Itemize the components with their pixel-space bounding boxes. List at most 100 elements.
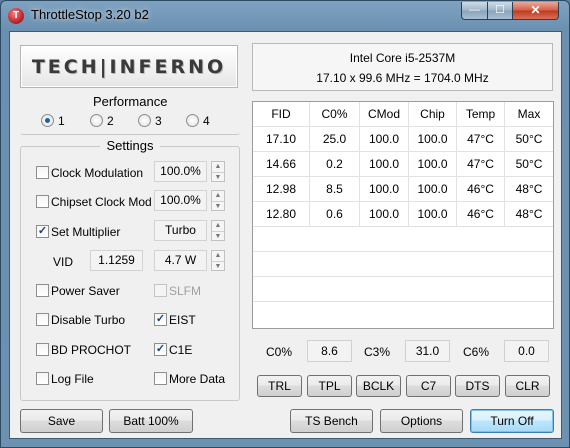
table-cell: 47°C <box>457 127 505 152</box>
dts-button[interactable]: DTS <box>455 375 500 397</box>
close-button[interactable]: ✕ <box>512 2 559 20</box>
ts-bench-button[interactable]: TS Bench <box>290 409 373 433</box>
c6-label: C6% <box>463 345 490 359</box>
slfm-label: SLFM <box>169 284 202 298</box>
table-cell: 8.5 <box>310 177 360 202</box>
disable-turbo-label[interactable]: Disable Turbo <box>51 313 125 327</box>
table-cell: 100.0 <box>409 152 457 177</box>
eist-checkbox[interactable]: ✓ <box>154 313 167 326</box>
empty-row <box>253 302 553 327</box>
performance-radio-4-label[interactable]: 4 <box>203 114 210 128</box>
c3-value: 31.0 <box>405 340 450 362</box>
client-area: TECH|INFERNO Intel Core i5-2537M 17.10 x… <box>9 31 562 439</box>
power-saver-checkbox[interactable] <box>36 284 49 297</box>
c0-value: 8.6 <box>307 340 352 362</box>
set-multiplier-label[interactable]: Set Multiplier <box>51 225 120 239</box>
maximize-button[interactable]: ☐ <box>487 2 513 20</box>
chipset-clock-mod-spinner[interactable]: ▲ ▼ <box>211 190 225 211</box>
c6-value: 0.0 <box>504 340 549 362</box>
table-cell: 100.0 <box>360 177 409 202</box>
clr-button[interactable]: CLR <box>505 375 550 397</box>
table-cell: 50°C <box>515 157 543 171</box>
chipset-clock-mod-checkbox[interactable] <box>36 195 49 208</box>
save-button[interactable]: Save <box>20 409 103 433</box>
spin-up-icon[interactable]: ▲ <box>212 191 224 201</box>
table-cell: 100.0 <box>360 127 409 152</box>
core-data-table: FID C0% CMod Chip Temp Max 17.10 25.0 10… <box>252 101 554 329</box>
table-cell: 100.0 <box>360 202 409 227</box>
log-file-label[interactable]: Log File <box>51 372 94 386</box>
c1e-checkbox[interactable]: ✓ <box>154 343 167 356</box>
spin-up-icon[interactable]: ▲ <box>212 251 224 261</box>
table-header-row: FID C0% CMod Chip Temp Max <box>253 102 553 127</box>
table-cell: 100.0 <box>409 177 457 202</box>
slfm-checkbox <box>154 284 167 297</box>
spin-up-icon[interactable]: ▲ <box>212 221 224 231</box>
performance-radio-1-label[interactable]: 1 <box>58 114 65 128</box>
batt-button[interactable]: Batt 100% <box>109 409 193 433</box>
table-cell: 0.6 <box>310 202 360 227</box>
spin-down-icon[interactable]: ▼ <box>212 260 224 271</box>
trl-button[interactable]: TRL <box>257 375 302 397</box>
logo-text: TECH|INFERNO <box>31 56 227 78</box>
c7-button[interactable]: C7 <box>406 375 451 397</box>
power-saver-label[interactable]: Power Saver <box>51 284 120 298</box>
performance-radio-3-label[interactable]: 3 <box>155 114 162 128</box>
clock-modulation-value: 100.0% <box>154 161 207 182</box>
cpu-frequency: 17.10 x 99.6 MHz = 1704.0 MHz <box>316 71 489 85</box>
tpl-button[interactable]: TPL <box>307 375 352 397</box>
table-cell: 48°C <box>515 207 543 221</box>
column-header: CMod <box>360 102 409 127</box>
table-cell: 50°C <box>515 132 543 146</box>
bd-prochot-checkbox[interactable] <box>36 343 49 356</box>
c1e-label[interactable]: C1E <box>169 343 192 357</box>
set-multiplier-checkbox[interactable]: ✓ <box>36 225 49 238</box>
minimize-button[interactable]: — <box>461 2 488 20</box>
table-cell: 0.2 <box>310 152 360 177</box>
performance-radio-1[interactable] <box>41 114 54 127</box>
spin-down-icon[interactable]: ▼ <box>212 200 224 211</box>
set-multiplier-spinner[interactable]: ▲ ▼ <box>211 220 225 241</box>
bd-prochot-label[interactable]: BD PROCHOT <box>51 343 131 357</box>
clock-modulation-label[interactable]: Clock Modulation <box>51 166 143 180</box>
table-cell: 100.0 <box>409 127 457 152</box>
table-row: 12.98 8.5 100.0 100.0 46°C 48°C <box>253 177 553 202</box>
table-row: 17.10 25.0 100.0 100.0 47°C 50°C <box>253 127 553 152</box>
table-cell: 12.80 <box>253 202 310 227</box>
app-icon[interactable]: T <box>8 8 24 24</box>
options-button[interactable]: Options <box>380 409 463 433</box>
clock-modulation-checkbox[interactable] <box>36 166 49 179</box>
spin-down-icon[interactable]: ▼ <box>212 171 224 182</box>
table-cell: 12.98 <box>253 177 310 202</box>
performance-radio-2[interactable] <box>90 114 103 127</box>
table-cell: 46°C <box>457 177 505 202</box>
performance-label: Performance <box>90 94 170 109</box>
table-cell: 48°C <box>515 182 543 196</box>
performance-radio-4[interactable] <box>186 114 199 127</box>
spin-down-icon[interactable]: ▼ <box>212 230 224 241</box>
turn-off-button[interactable]: Turn Off <box>470 409 554 433</box>
more-data-checkbox[interactable] <box>154 372 167 385</box>
techinferno-logo: TECH|INFERNO <box>20 45 238 88</box>
table-cell: 100.0 <box>409 202 457 227</box>
performance-radio-3[interactable] <box>138 114 151 127</box>
eist-label[interactable]: EIST <box>169 313 196 327</box>
table-cell: 47°C <box>457 152 505 177</box>
clock-modulation-spinner[interactable]: ▲ ▼ <box>211 161 225 182</box>
column-header: C0% <box>310 102 360 127</box>
chipset-clock-mod-label[interactable]: Chipset Clock Mod <box>51 195 152 209</box>
table-row: 12.80 0.6 100.0 100.0 46°C 48°C <box>253 202 553 227</box>
vid-spinner[interactable]: ▲ ▼ <box>211 250 225 271</box>
performance-radio-2-label[interactable]: 2 <box>107 114 114 128</box>
empty-row <box>253 252 553 277</box>
table-row: 14.66 0.2 100.0 100.0 47°C 50°C <box>253 152 553 177</box>
more-data-label[interactable]: More Data <box>169 372 225 386</box>
cpu-name: Intel Core i5-2537M <box>349 51 456 65</box>
log-file-checkbox[interactable] <box>36 372 49 385</box>
title-bar[interactable]: T ThrottleStop 3.20 b2 — ☐ ✕ <box>1 1 569 29</box>
column-header: Max <box>517 107 541 121</box>
disable-turbo-checkbox[interactable] <box>36 313 49 326</box>
column-header: Chip <box>409 102 457 127</box>
bclk-button[interactable]: BCLK <box>356 375 401 397</box>
spin-up-icon[interactable]: ▲ <box>212 162 224 172</box>
